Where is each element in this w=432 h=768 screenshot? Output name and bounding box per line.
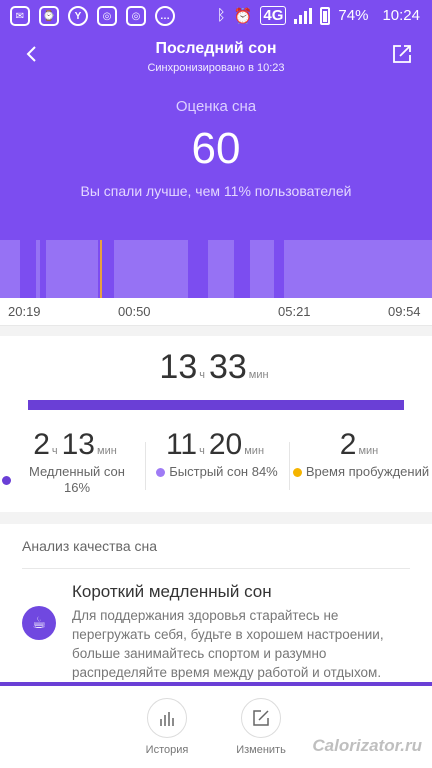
divider	[22, 568, 410, 569]
deep-sleep-segment	[20, 240, 36, 298]
sleep-timeline[interactable]	[0, 240, 432, 298]
analysis-title: Анализ качества сна	[22, 538, 158, 554]
watermark: Calorizator.ru	[312, 736, 422, 755]
edit-button[interactable]	[241, 698, 281, 738]
time-tick: 20:19	[8, 304, 41, 319]
slow-h-unit: ч	[51, 445, 58, 457]
bluetooth-icon: ᛒ	[216, 7, 226, 24]
share-icon[interactable]	[392, 44, 412, 64]
fast-sleep-label: Быстрый сон 84%	[169, 464, 278, 479]
fast-sleep-stat: 11 ч 20 мин Быстрый сон 84%	[146, 428, 288, 480]
header-area: ✉ ⌚ Y ◎ ◎ … ᛒ ⏰ 4G 74% 10:24 Последний с…	[0, 0, 432, 298]
sleep-stats: 2 ч 13 мин Медленный сон 16% 11 ч 20 мин Быстры…	[0, 428, 432, 508]
fast-h-unit: ч	[199, 445, 205, 457]
coffee-cup-icon: ☕	[22, 606, 56, 640]
tip-body: Для поддержания здоровья старайтесь не п…	[72, 608, 384, 680]
app-nav: Последний сон Синхронизировано в 10:23	[0, 38, 432, 78]
awake-marker	[100, 240, 102, 298]
history-button[interactable]	[147, 698, 187, 738]
time-tick: 00:50	[118, 304, 151, 319]
stat-divider	[145, 442, 146, 490]
slow-m-unit: мин	[97, 445, 117, 457]
battery-percent: 74%	[338, 7, 369, 24]
deep-sleep-segment	[188, 240, 208, 298]
mi-fit-icon: ⌚	[39, 6, 59, 26]
fast-sleep-dot	[156, 468, 166, 478]
slow-hours: 2	[33, 428, 50, 461]
yandex-icon: Y	[68, 6, 88, 26]
sleep-score: 60	[191, 124, 241, 173]
total-sleep: 13 ч 33 мин	[0, 348, 432, 387]
total-minutes: 33	[208, 348, 247, 386]
chat-icon: …	[155, 6, 175, 26]
instagram-icon-2: ◎	[126, 6, 146, 26]
time-tick: 09:54	[388, 304, 421, 319]
tip-underline	[0, 682, 432, 686]
fast-hours: 11	[165, 428, 198, 461]
stat-divider	[289, 442, 290, 490]
alarm-icon: ⏰	[233, 7, 253, 25]
deep-sleep-segment	[274, 240, 284, 298]
network-badge: 4G	[260, 6, 287, 25]
awake-stat: 2 мин Время пробуждений	[290, 428, 432, 480]
slow-sleep-label: Медленный сон	[29, 464, 125, 479]
notification-app-icon: ✉	[10, 6, 30, 26]
bar-chart-icon	[160, 712, 174, 726]
slow-sleep-percent: 16%	[63, 480, 91, 495]
slow-sleep-dot	[2, 476, 11, 485]
total-hours: 13	[159, 348, 198, 386]
notification-icons: ✉ ⌚ Y ◎ ◎ …	[10, 6, 175, 26]
fast-minutes: 20	[208, 428, 243, 461]
system-icons: ᛒ ⏰ 4G 74% 10:24	[217, 6, 420, 25]
deep-sleep-segment	[234, 240, 250, 298]
battery-icon	[320, 6, 331, 25]
clock: 10:24	[382, 7, 420, 24]
sync-status: Синхронизировано в 10:23	[147, 62, 285, 74]
awake-label: Время пробуждений	[305, 464, 430, 479]
minutes-unit: мин	[248, 369, 269, 381]
awake-m-unit: мин	[358, 445, 379, 457]
instagram-icon: ◎	[97, 6, 117, 26]
score-label: Оценка сна	[175, 98, 257, 115]
hours-unit: ч	[199, 369, 205, 381]
time-axis: 20:19 00:50 05:21 09:54	[0, 298, 432, 326]
edit-icon	[253, 710, 269, 726]
page-title: Последний сон	[155, 40, 277, 57]
history-label[interactable]: История	[127, 744, 207, 756]
slow-sleep-stat: 2 ч 13 мин Медленный сон 16%	[10, 428, 144, 496]
divider	[0, 326, 432, 336]
time-tick: 05:21	[278, 304, 311, 319]
status-bar: ✉ ⌚ Y ◎ ◎ … ᛒ ⏰ 4G 74% 10:24	[0, 0, 432, 32]
fast-m-unit: мин	[244, 445, 265, 457]
divider	[0, 512, 432, 524]
sleep-composition-bar	[28, 400, 404, 410]
score-comparison: Вы спали лучше, чем 11% пользователей	[80, 183, 352, 199]
awake-dot	[292, 468, 302, 478]
awake-minutes: 2	[339, 428, 357, 461]
edit-label[interactable]: Изменить	[221, 744, 301, 756]
deep-sleep-segment	[40, 240, 46, 298]
signal-icon	[294, 7, 313, 24]
bottom-nav: История Изменить	[0, 690, 432, 768]
slow-minutes: 13	[61, 428, 95, 461]
tip-title: Короткий медленный сон	[72, 582, 272, 601]
